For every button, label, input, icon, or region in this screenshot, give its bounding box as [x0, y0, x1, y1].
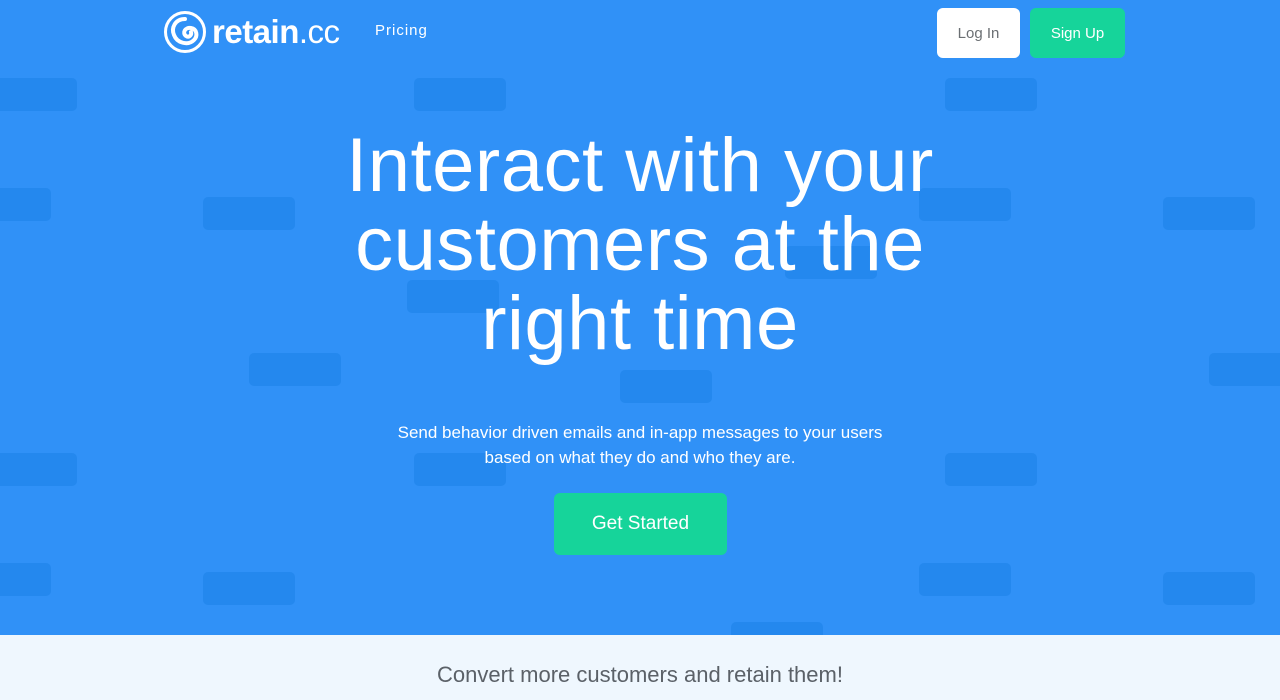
nav-link-pricing[interactable]: Pricing: [375, 22, 428, 39]
hero-section: retain.cc Pricing Log In Sign Up Interac…: [0, 0, 1280, 635]
decorative-block: [919, 563, 1011, 596]
decorative-block: [945, 78, 1037, 111]
decorative-block: [1163, 572, 1255, 605]
hero-headline: Interact with your customers at the righ…: [346, 123, 934, 366]
decorative-block: [1209, 353, 1280, 386]
tagline-text: Convert more customers and retain them!: [437, 662, 843, 687]
decorative-block: [0, 188, 51, 221]
decorative-block: [945, 453, 1037, 486]
decorative-block: [0, 78, 77, 111]
signup-button[interactable]: Sign Up: [1030, 8, 1125, 58]
decorative-block: [0, 453, 77, 486]
brand-name: retain.cc: [212, 13, 340, 50]
decorative-block: [414, 78, 506, 111]
decorative-block: [731, 622, 823, 635]
login-button[interactable]: Log In: [937, 8, 1020, 58]
decorative-block: [203, 572, 295, 605]
get-started-button[interactable]: Get Started: [554, 493, 727, 555]
decorative-block: [620, 370, 712, 403]
hero-subtext: Send behavior driven emails and in-app m…: [397, 423, 883, 467]
brand-logo[interactable]: retain.cc: [163, 9, 340, 54]
decorative-block: [0, 563, 51, 596]
decorative-block: [1163, 197, 1255, 230]
top-navigation: retain.cc Pricing Log In Sign Up: [0, 0, 1280, 66]
swirl-logo-icon: [164, 10, 206, 53]
